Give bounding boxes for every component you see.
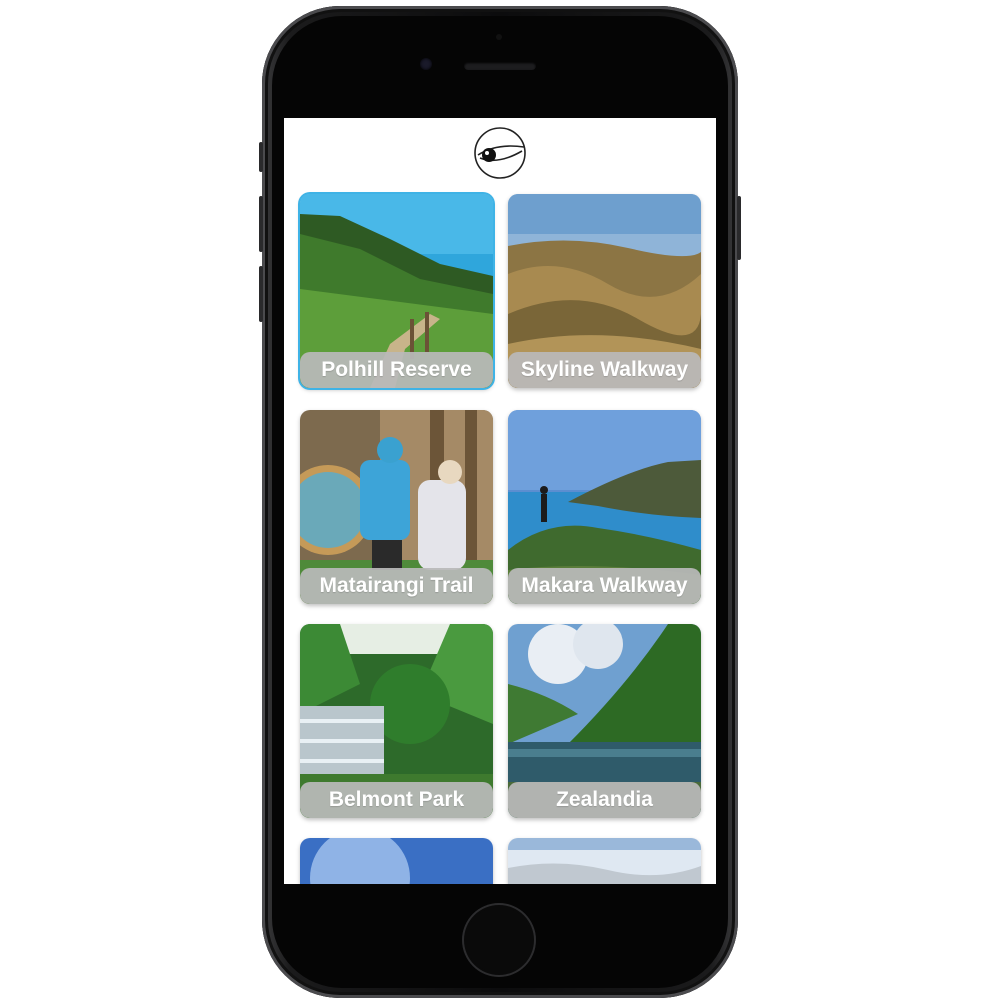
- walk-tile-belmont-park[interactable]: Belmont Park: [300, 624, 493, 818]
- walk-tile-label: Matairangi Trail: [300, 568, 493, 604]
- earpiece-speaker: [464, 62, 536, 70]
- walk-grid: Polhill Reserve Skyline Walkway Matairan…: [284, 118, 716, 884]
- walk-tile-8[interactable]: [508, 838, 701, 884]
- walk-tile-makara-walkway[interactable]: Makara Walkway: [508, 410, 701, 604]
- walk-tile-7-image: [300, 838, 493, 884]
- volume-up-button: [259, 196, 263, 252]
- walk-tile-8-image: [508, 838, 701, 884]
- home-button[interactable]: [462, 903, 536, 977]
- walk-tile-label: Makara Walkway: [508, 568, 701, 604]
- mute-switch: [259, 142, 263, 172]
- walk-tile-label: Belmont Park: [300, 782, 493, 818]
- app-screen: Polhill Reserve Skyline Walkway Matairan…: [284, 118, 716, 884]
- walk-tile-zealandia[interactable]: Zealandia: [508, 624, 701, 818]
- walk-tile-7[interactable]: [300, 838, 493, 884]
- walk-tile-polhill-reserve[interactable]: Polhill Reserve: [300, 194, 493, 388]
- proximity-sensor: [496, 34, 502, 40]
- walk-tile-label: Polhill Reserve: [300, 352, 493, 388]
- device-mockup: Polhill Reserve Skyline Walkway Matairan…: [0, 0, 1000, 1000]
- walk-tile-label: Skyline Walkway: [508, 352, 701, 388]
- walk-tile-matairangi-trail[interactable]: Matairangi Trail: [300, 410, 493, 604]
- front-camera: [420, 58, 432, 70]
- volume-down-button: [259, 266, 263, 322]
- walk-tile-label: Zealandia: [508, 782, 701, 818]
- power-button: [737, 196, 741, 260]
- walk-tile-skyline-walkway[interactable]: Skyline Walkway: [508, 194, 701, 388]
